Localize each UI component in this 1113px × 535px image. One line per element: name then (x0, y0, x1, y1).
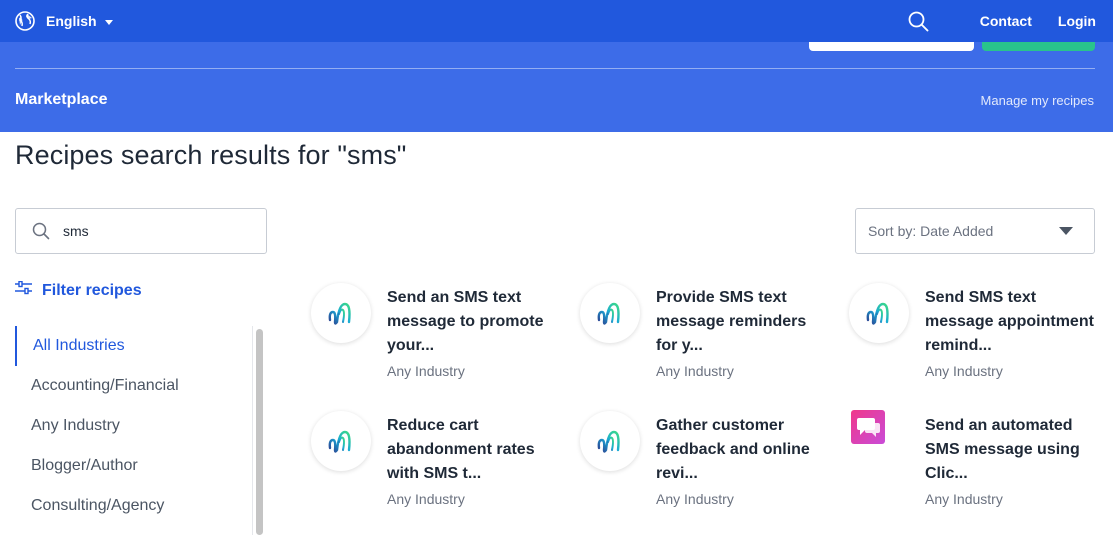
recipe-industry: Any Industry (925, 363, 1003, 379)
scrollbar-thumb[interactable] (256, 329, 263, 535)
recipe-title[interactable]: Reduce cart abandonment rates with SMS t… (387, 414, 557, 486)
sliders-icon (15, 280, 32, 300)
recipe-card[interactable]: Send an automated SMS message using Clic… (849, 410, 1099, 521)
industry-item-consulting-agency[interactable]: Consulting/Agency (15, 486, 252, 526)
contact-link[interactable]: Contact (980, 13, 1032, 29)
divider (15, 68, 1095, 69)
marketplace-header: Marketplace Manage my recipes (0, 42, 1113, 132)
industry-item-all-industries[interactable]: All Industries (15, 326, 252, 366)
recipe-title[interactable]: Provide SMS text message reminders for y… (656, 286, 826, 358)
recipe-industry: Any Industry (387, 363, 465, 379)
industry-item-any-industry[interactable]: Any Industry (15, 406, 252, 446)
industry-item-blogger-author[interactable]: Blogger/Author (15, 446, 252, 486)
recipe-card[interactable]: Send SMS text message appointment remind… (849, 283, 1099, 393)
activecampaign-logo-icon (311, 283, 371, 343)
caret-down-icon (1059, 227, 1073, 235)
recipe-card[interactable]: Send an SMS text message to promote your… (311, 283, 561, 393)
chat-bubbles-icon (849, 410, 909, 471)
recipe-title[interactable]: Gather customer feedback and online revi… (656, 414, 826, 486)
recipe-title[interactable]: Send an SMS text message to promote your… (387, 286, 557, 358)
sort-label: Sort by: Date Added (868, 223, 994, 239)
globe-icon (15, 11, 35, 31)
recipe-title[interactable]: Send an automated SMS message using Clic… (925, 414, 1095, 486)
page-title: Recipes search results for "sms" (15, 140, 407, 170)
manage-my-recipes-link[interactable]: Manage my recipes (981, 93, 1094, 108)
recipe-title[interactable]: Send SMS text message appointment remind… (925, 286, 1095, 358)
recipe-card[interactable]: Reduce cart abandonment rates with SMS t… (311, 411, 561, 521)
filter-recipes-toggle[interactable]: Filter recipes (15, 280, 142, 300)
recipe-industry: Any Industry (656, 363, 734, 379)
industry-filter-list: All Industries Accounting/Financial Any … (15, 326, 252, 535)
recipe-search-box (15, 208, 267, 254)
recipe-card[interactable]: Provide SMS text message reminders for y… (580, 283, 830, 393)
recipe-card[interactable]: Gather customer feedback and online revi… (580, 411, 830, 521)
search-input[interactable] (63, 223, 243, 239)
top-nav-bar: English Contact Login (0, 0, 1113, 42)
recipe-industry: Any Industry (656, 491, 734, 507)
activecampaign-logo-icon (311, 411, 371, 471)
activecampaign-logo-icon (580, 411, 640, 471)
filter-recipes-label: Filter recipes (42, 281, 142, 299)
activecampaign-logo-icon (849, 283, 909, 343)
section-title: Marketplace (15, 91, 108, 108)
language-label: English (46, 13, 97, 29)
sort-dropdown[interactable]: Sort by: Date Added (855, 208, 1095, 254)
header-search-input-partial[interactable] (809, 42, 974, 51)
search-icon (32, 222, 50, 240)
recipe-industry: Any Industry (925, 491, 1003, 507)
recipe-industry: Any Industry (387, 491, 465, 507)
activecampaign-logo-icon (580, 283, 640, 343)
chevron-down-icon (104, 19, 113, 25)
search-icon[interactable] (908, 11, 929, 32)
language-selector[interactable]: English (15, 11, 113, 31)
industry-item-accounting-financial[interactable]: Accounting/Financial (15, 366, 252, 406)
login-link[interactable]: Login (1058, 13, 1096, 29)
header-button-partial[interactable] (982, 42, 1095, 51)
industry-list-scrollbar[interactable] (252, 326, 265, 535)
